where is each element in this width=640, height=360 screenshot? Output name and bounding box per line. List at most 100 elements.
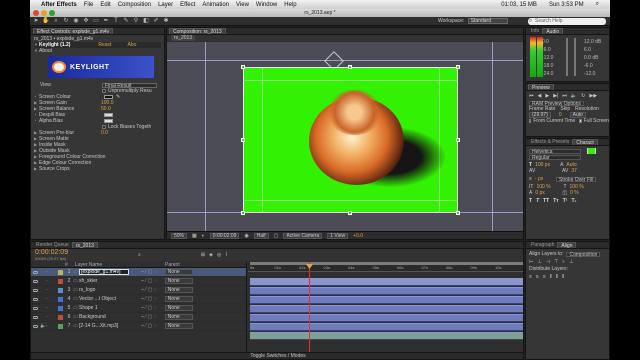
full-screen-checkbox[interactable] xyxy=(579,119,582,123)
menu-help[interactable]: Help xyxy=(284,2,296,8)
menu-view[interactable]: View xyxy=(236,2,249,8)
layer-duration-bar[interactable] xyxy=(250,323,523,331)
tracking-value[interactable]: 37 xyxy=(571,168,577,174)
layer-name[interactable]: Shape 1 xyxy=(79,304,129,313)
tab-effect-controls[interactable]: Effect Controls: explode_g1.m4v xyxy=(33,28,114,35)
eye-icon[interactable] xyxy=(33,324,38,328)
align-left-icon[interactable]: ⊢ xyxy=(529,259,533,265)
tab-render-queue[interactable]: Render Queue xyxy=(33,242,72,248)
parent-dropdown[interactable]: None xyxy=(164,269,193,275)
layer-duration-bar[interactable] xyxy=(250,296,523,304)
layer-name[interactable]: Vector ...t Object xyxy=(79,295,129,304)
screen-colour-swatch[interactable] xyxy=(104,95,113,99)
search-icon[interactable]: ⌕ xyxy=(596,1,599,8)
layer-name[interactable]: sh_skier xyxy=(79,277,129,286)
from-current-checkbox[interactable] xyxy=(529,119,532,123)
switches[interactable]: ⌁ ⁄ ▢ ◌ xyxy=(141,277,157,286)
tab-info[interactable]: Info xyxy=(528,28,542,34)
align-to-dropdown[interactable]: Composition xyxy=(566,251,601,257)
label-color-swatch[interactable] xyxy=(58,296,63,302)
solo-icon[interactable]: · xyxy=(46,322,52,331)
transform-handle[interactable] xyxy=(241,211,245,215)
parent-dropdown[interactable]: None xyxy=(164,287,193,293)
zoom-dropdown[interactable]: 50% xyxy=(171,232,188,239)
small-caps-button[interactable]: Tт xyxy=(553,198,559,204)
switches[interactable]: ⌁ ⁄ ▢ ◌ xyxy=(141,295,157,304)
parent-dropdown[interactable]: None xyxy=(164,323,193,329)
type-tool-icon[interactable]: T xyxy=(112,18,120,25)
transform-handle[interactable] xyxy=(241,138,245,142)
solo-icon[interactable]: · xyxy=(46,286,52,295)
transform-handle[interactable] xyxy=(456,138,460,142)
menu-window[interactable]: Window xyxy=(256,2,277,8)
last-frame-icon[interactable]: ⏭ xyxy=(562,93,567,99)
prev-frame-icon[interactable]: ◀ xyxy=(538,93,542,99)
rect-tool-icon[interactable]: ▭ xyxy=(92,18,100,25)
pen-tool-icon[interactable]: ✒ xyxy=(102,18,110,25)
puppet-tool-icon[interactable]: ✱ xyxy=(162,18,170,25)
volume-slider[interactable] xyxy=(566,38,568,76)
align-hcenter-icon[interactable]: ⊥ xyxy=(537,259,541,265)
distribute-top-icon[interactable]: ≡ xyxy=(529,274,532,280)
tsume-value[interactable]: 0 % xyxy=(570,190,579,196)
views-dropdown[interactable]: 1 View xyxy=(327,232,349,239)
layer-duration-bar[interactable] xyxy=(250,305,523,313)
selection-tool-icon[interactable]: ➤ xyxy=(32,18,40,25)
about-row[interactable]: ▼ About xyxy=(34,48,161,54)
ram-preview-icon[interactable]: ▶▶ xyxy=(589,93,597,99)
font-dropdown[interactable]: Helvetica xyxy=(529,148,581,154)
snapshot-icon[interactable]: ◉ xyxy=(244,233,248,239)
stroke-width-value[interactable]: - px xyxy=(535,176,553,182)
grid-icon[interactable]: ▦ xyxy=(192,233,197,239)
search-help-field[interactable]: ⌕ Search Help xyxy=(528,18,606,25)
menu-layer[interactable]: Layer xyxy=(158,2,173,8)
minimize-icon[interactable] xyxy=(41,10,47,16)
toggle-switches-modes[interactable]: Toggle Switches / Modes xyxy=(250,353,305,359)
parent-dropdown[interactable]: None xyxy=(164,305,193,311)
transform-handle[interactable] xyxy=(456,211,460,215)
clock[interactable]: Sun 3:53 PM xyxy=(549,2,584,8)
first-frame-icon[interactable]: ⏮ xyxy=(529,93,534,99)
style-dropdown[interactable]: Regular xyxy=(529,154,581,160)
solo-icon[interactable]: · xyxy=(46,268,52,277)
zoom-tool-icon[interactable]: ⌕ xyxy=(52,18,60,25)
tab-character[interactable]: Charact xyxy=(572,139,598,146)
layer-duration-bar[interactable] xyxy=(250,278,523,286)
eyedropper-icon[interactable]: ✎ xyxy=(116,94,120,100)
work-area-bar[interactable] xyxy=(250,262,523,265)
menu-effect[interactable]: Effect xyxy=(180,2,195,8)
menu-edit[interactable]: Edit xyxy=(100,2,110,8)
pan-behind-tool-icon[interactable]: ✥ xyxy=(82,18,90,25)
menu-file[interactable]: File xyxy=(84,2,94,8)
play-icon[interactable]: ▶ xyxy=(545,93,549,99)
switches[interactable]: ⌁ ⁄ ▢ ◌ xyxy=(141,313,157,322)
label-color-swatch[interactable] xyxy=(58,305,63,311)
rotate-tool-icon[interactable]: ↻ xyxy=(62,18,70,25)
timecode-block[interactable]: 0:00:02:09 00069 (29.97 fps) xyxy=(35,249,68,261)
fill-color-swatch[interactable] xyxy=(587,148,596,154)
tab-paragraph[interactable]: Paragraph xyxy=(528,242,557,248)
solo-icon[interactable]: · xyxy=(46,313,52,322)
layer-name[interactable]: Background xyxy=(79,313,129,322)
distribute-hcenter-icon[interactable]: ⫴ xyxy=(556,274,558,280)
menu-animation[interactable]: Animation xyxy=(202,2,229,8)
distribute-left-icon[interactable]: ⫴ xyxy=(550,274,552,280)
screen-preblur-value[interactable]: 0.0 xyxy=(101,130,108,136)
solo-icon[interactable]: · xyxy=(46,277,52,286)
speaker-icon[interactable]: 🔈 xyxy=(571,93,577,99)
distribute-right-icon[interactable]: ⫴ xyxy=(562,274,564,280)
transform-handle[interactable] xyxy=(241,65,245,69)
exposure-value[interactable]: +0.0 xyxy=(353,233,363,239)
distribute-vcenter-icon[interactable]: ≡ xyxy=(536,274,539,280)
parent-dropdown[interactable]: None xyxy=(164,278,193,284)
playhead[interactable] xyxy=(309,262,310,359)
tab-audio[interactable]: Audio xyxy=(542,28,564,35)
solo-icon[interactable]: · xyxy=(46,304,52,313)
motion-blur-icon[interactable]: ◎ xyxy=(217,252,221,258)
tab-preview[interactable]: Preview xyxy=(528,84,554,91)
switches[interactable]: ⌁ ⁄ ▢ ◌ xyxy=(141,286,157,295)
layer-row[interactable]: · 1 ▭ [explode_g1.m4v] ⌁ ⁄ ▢ ◌ None xyxy=(31,268,246,277)
layer-duration-bar[interactable] xyxy=(250,314,523,322)
eye-icon[interactable] xyxy=(33,306,38,310)
layer-row[interactable]: · 3 ▭ rs_logo ⌁ ⁄ ▢ ◌ None xyxy=(31,286,246,295)
